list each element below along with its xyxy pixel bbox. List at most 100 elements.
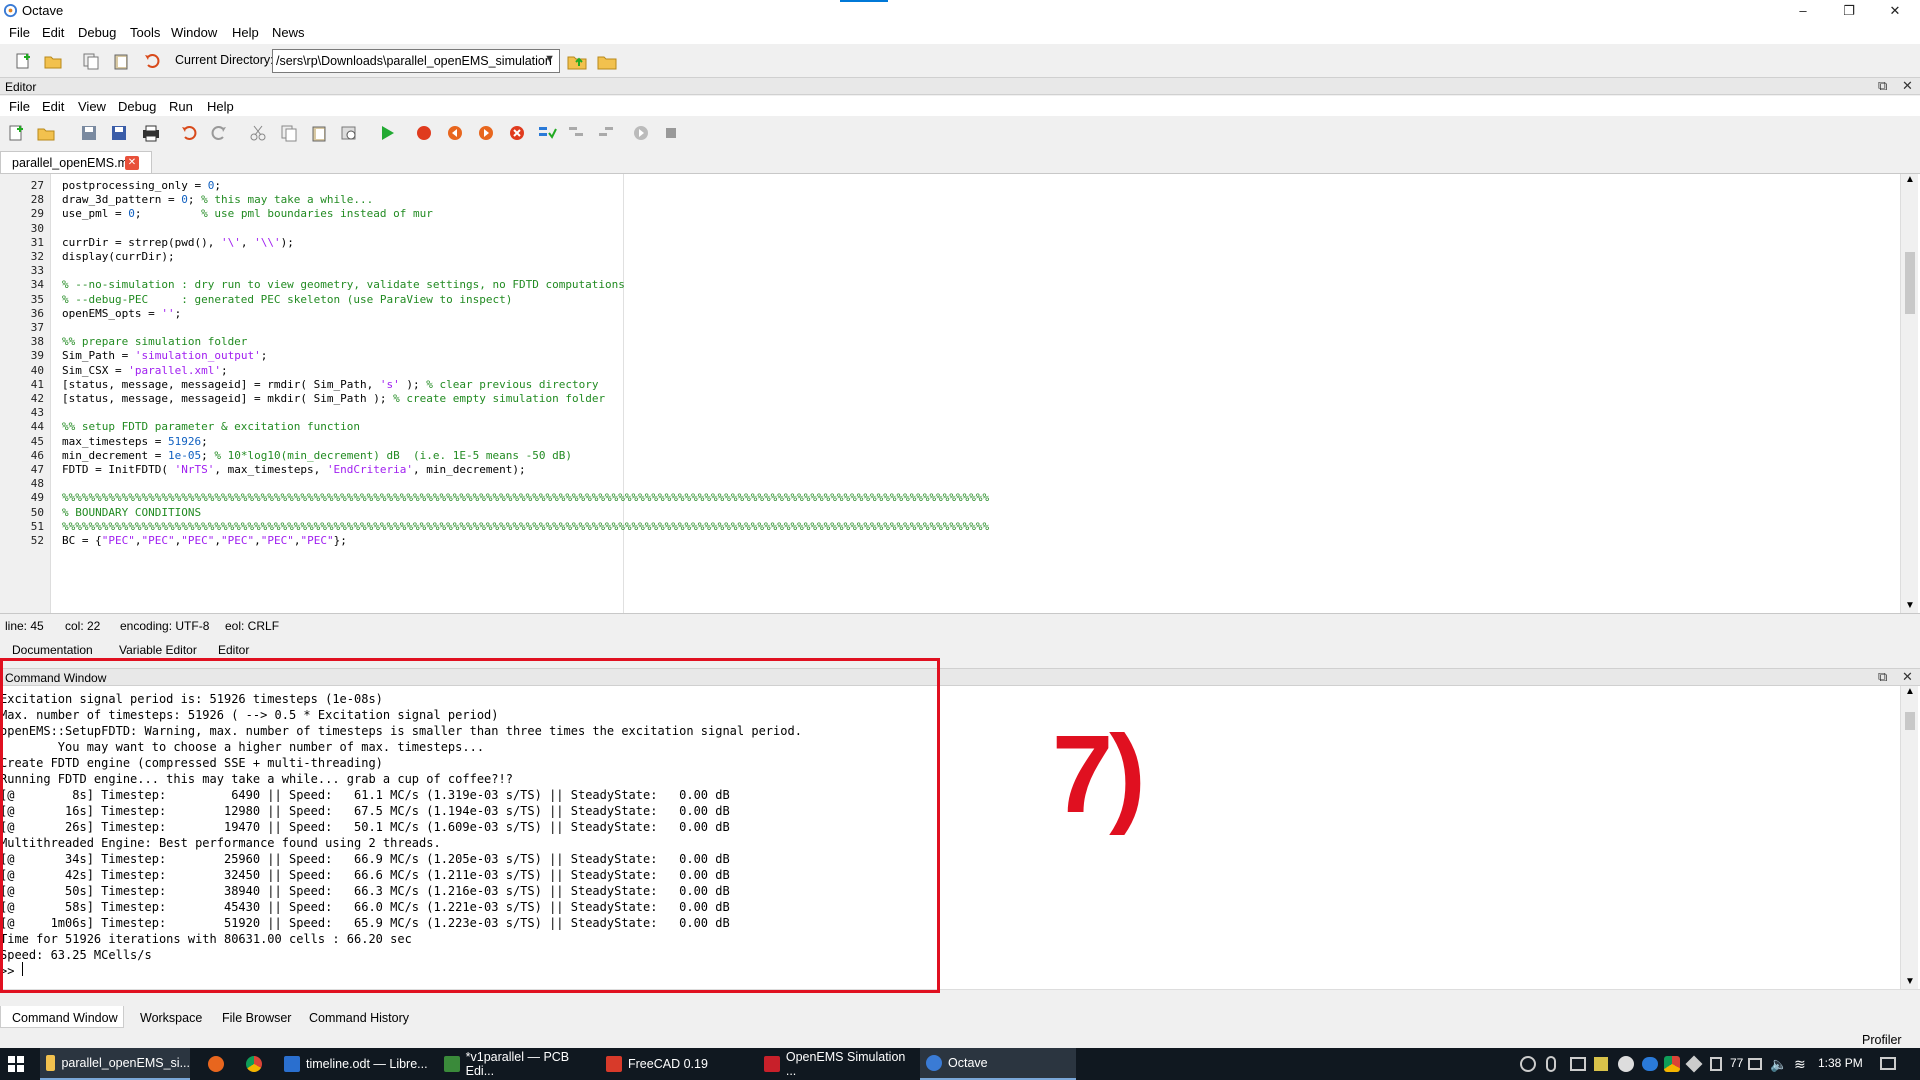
next-breakpoint-icon[interactable] [475,122,497,144]
firefox-icon[interactable] [208,1056,224,1072]
browse-directory-icon[interactable] [596,50,618,72]
usb-icon[interactable] [1710,1057,1722,1071]
editor-status-bar: line: 45 col: 22 encoding: UTF-8 eol: CR… [0,614,1920,636]
editor-menu-file[interactable]: File [9,99,30,114]
find-replace-icon[interactable] [338,122,360,144]
run-icon[interactable] [376,122,398,144]
current-directory-combobox[interactable]: /sers\rp\Downloads\parallel_openEMS_simu… [272,49,560,73]
tab-workspace[interactable]: Workspace [140,1011,202,1025]
tab-file-browser[interactable]: File Browser [222,1011,291,1025]
menu-debug[interactable]: Debug [78,25,116,40]
breakpoint-icon[interactable] [413,122,435,144]
step-icon[interactable] [536,122,558,144]
notifications-icon[interactable] [1880,1057,1896,1070]
undo-icon[interactable] [178,122,200,144]
save-icon[interactable] [78,122,100,144]
code-editor[interactable]: 27 28 29 30 31 32 33 34 35 36 37 38 39 40 41 42 43 44 45 46… [0,173,1920,614]
close-icon[interactable]: ✕ [1872,0,1918,22]
editor-menu-view[interactable]: View [78,99,106,114]
taskbar-app-freecad[interactable]: FreeCAD 0.19 [600,1048,750,1080]
new-file-icon[interactable] [5,122,27,144]
paste-icon[interactable] [110,50,132,72]
tab-documentation[interactable]: Documentation [12,643,93,657]
microphone-icon[interactable] [1546,1056,1556,1072]
previous-breakpoint-icon[interactable] [444,122,466,144]
taskbar-app-kicad[interactable]: *v1parallel — PCB Edi... [438,1048,598,1080]
code-line: draw_3d_pattern = 0; % this may take a w… [62,193,373,206]
scrollbar-thumb[interactable] [1905,712,1915,730]
editor-vertical-scrollbar[interactable]: ▲ ▼ [1900,174,1918,613]
save-as-icon[interactable] [108,122,130,144]
new-script-icon[interactable] [12,50,34,72]
redo-icon[interactable] [208,122,230,144]
tab-editor[interactable]: Editor [218,643,249,657]
copy-icon[interactable] [278,122,300,144]
tab-command-history[interactable]: Command History [309,1011,409,1025]
cut-icon[interactable] [247,122,269,144]
chevron-down-icon[interactable]: ▼ [544,53,555,65]
code-number: 0 [128,207,135,221]
menu-tools[interactable]: Tools [130,25,160,40]
quit-debug-icon[interactable] [660,122,682,144]
clock[interactable]: 1:38 PM [1818,1056,1863,1070]
taskbar-app-openems-pdf[interactable]: OpenEMS Simulation ... [758,1048,918,1080]
taskbar-app-octave[interactable]: Octave [920,1048,1076,1080]
windows-start-icon[interactable] [8,1056,24,1075]
remove-breakpoints-icon[interactable] [506,122,528,144]
menu-window[interactable]: Window [171,25,217,40]
undock-icon[interactable]: ⧉ [1878,78,1887,94]
command-vertical-scrollbar[interactable]: ▲ ▼ [1900,686,1918,989]
editor-menu-edit[interactable]: Edit [42,99,64,114]
editor-menu-run[interactable]: Run [169,99,193,114]
screen-icon[interactable] [1570,1057,1586,1071]
step-out-icon[interactable] [596,122,618,144]
tab-parallel-openems-m[interactable]: parallel_openEMS.m ✕ [0,151,152,173]
parent-directory-icon[interactable] [566,50,588,72]
open-folder-icon[interactable] [42,50,64,72]
volume-icon[interactable]: 🔈 [1770,1056,1787,1073]
chrome-icon[interactable] [246,1056,262,1072]
taskbar-app-files[interactable]: parallel_openEMS_si... [40,1048,190,1080]
menu-help[interactable]: Help [232,25,259,40]
code-text: ; [187,193,202,207]
tab-variable-editor[interactable]: Variable Editor [119,643,197,657]
close-tab-icon[interactable]: ✕ [125,156,139,170]
minimize-icon[interactable]: – [1780,0,1826,22]
taskbar-app-writer[interactable]: timeline.odt — Libre... [278,1048,428,1080]
taskbar: parallel_openEMS_si... timeline.odt — Li… [0,1048,1920,1080]
restore-icon[interactable]: ❐ [1826,0,1872,22]
undock-icon[interactable]: ⧉ [1878,669,1887,685]
tray-diamond-icon[interactable] [1685,1055,1703,1073]
cloud-icon[interactable] [1642,1057,1658,1071]
tray-app-icon[interactable] [1520,1056,1536,1072]
google-drive-icon[interactable] [1664,1056,1680,1072]
tray-steam-icon[interactable] [1618,1056,1634,1072]
menu-news[interactable]: News [272,25,305,40]
menu-edit[interactable]: Edit [42,25,64,40]
scroll-up-icon[interactable]: ▲ [1905,174,1915,185]
paste-icon[interactable] [308,122,330,144]
scroll-down-icon[interactable]: ▼ [1905,976,1915,987]
menu-file[interactable]: File [9,25,30,40]
wifi-icon[interactable]: ≋ [1794,1056,1806,1073]
step-in-icon[interactable] [566,122,588,144]
continue-icon[interactable] [630,122,652,144]
tab-command-window[interactable]: Command Window [12,1011,118,1025]
profiler-label[interactable]: Profiler [1862,1033,1902,1047]
close-dock-icon[interactable]: ✕ [1902,78,1913,94]
close-dock-icon[interactable]: ✕ [1902,669,1913,685]
editor-menu-debug[interactable]: Debug [118,99,156,114]
copy-icon[interactable] [80,50,102,72]
battery-icon[interactable] [1748,1058,1762,1070]
line-number: 46 [30,448,44,462]
editor-menu-help[interactable]: Help [207,99,234,114]
undo-icon[interactable] [141,50,163,72]
code-text: draw_3d_pattern = [62,193,182,207]
tray-utility-icon[interactable] [1594,1057,1608,1071]
scrollbar-thumb[interactable] [1905,252,1915,314]
print-icon[interactable] [140,122,162,144]
open-file-icon[interactable] [35,122,57,144]
code-comment: %%%%%%%%%%%%%%%%%%%%%%%%%%%%%%%%%%%%%%%%… [62,519,990,533]
scroll-up-icon[interactable]: ▲ [1905,686,1915,697]
scroll-down-icon[interactable]: ▼ [1905,600,1915,611]
